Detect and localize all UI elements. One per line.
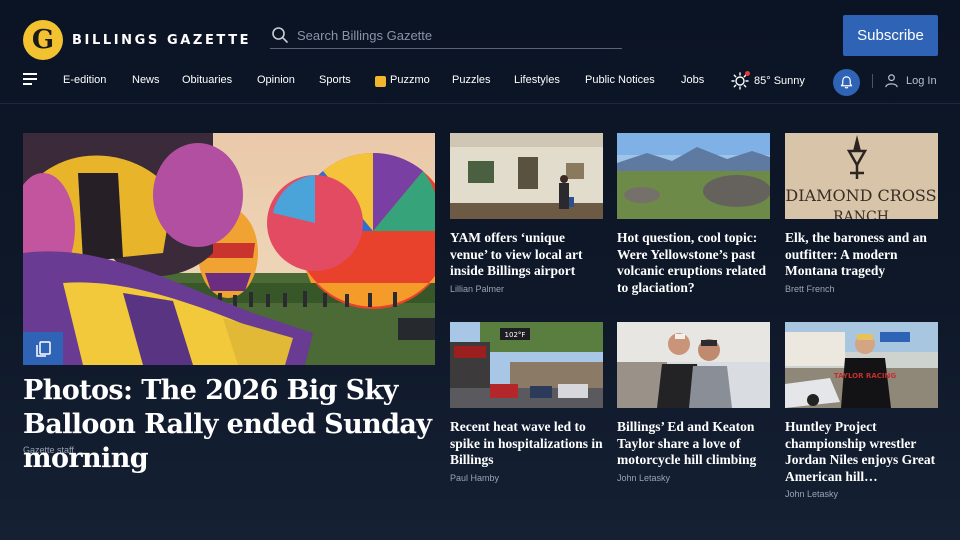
weather-text: 85° Sunny: [754, 75, 805, 87]
article-headline[interactable]: YAM offers ‘unique venue’ to view local …: [450, 230, 603, 280]
article-byline: Paul Hamby: [450, 472, 500, 483]
nav-item-jobs[interactable]: Jobs: [681, 74, 704, 86]
weather-alert-dot: [745, 71, 750, 76]
logo-g-icon: G: [23, 20, 63, 60]
article-thumbnail[interactable]: TAYLOR RACING: [785, 322, 938, 408]
gallery-badge[interactable]: [23, 332, 63, 365]
subscribe-button[interactable]: Subscribe: [843, 15, 938, 56]
nav-item-public-notices[interactable]: Public Notices: [585, 74, 655, 86]
article-thumbnail[interactable]: 102°F: [450, 322, 603, 408]
login-label: Log In: [906, 74, 937, 87]
user-icon: [885, 74, 898, 88]
article-headline[interactable]: Hot question, cool topic: Were Yellowsto…: [617, 230, 770, 296]
svg-text:DIAMOND CROSS: DIAMOND CROSS: [785, 186, 936, 205]
article-headline[interactable]: Huntley Project championship wrestler Jo…: [785, 419, 938, 485]
puzzmo-icon: [375, 76, 386, 87]
nav-item-e-edition[interactable]: E-edition: [63, 74, 106, 86]
article-headline[interactable]: Billings’ Ed and Keaton Taylor share a l…: [617, 419, 770, 469]
main-nav: E-edition News Obituaries Opinion Sports…: [0, 62, 960, 100]
article-headline[interactable]: Elk, the baroness and an outfitter: A mo…: [785, 230, 938, 280]
article-card[interactable]: DIAMOND CROSS RANCH Elk, the baroness an…: [785, 133, 938, 294]
article-card[interactable]: Billings’ Ed and Keaton Taylor share a l…: [617, 322, 770, 483]
nav-item-puzzmo[interactable]: Puzzmo: [390, 74, 430, 86]
article-card[interactable]: TAYLOR RACING Huntley Project championsh…: [785, 322, 938, 499]
login-link[interactable]: Log In: [884, 73, 937, 88]
sun-icon: [731, 71, 750, 90]
search-input[interactable]: [297, 27, 622, 43]
nav-item-lifestyles[interactable]: Lifestyles: [514, 74, 560, 86]
gallery-icon: [36, 340, 51, 357]
svg-text:RANCH: RANCH: [833, 209, 889, 219]
hamburger-menu-icon[interactable]: [23, 73, 37, 85]
nav-item-sports[interactable]: Sports: [319, 74, 351, 86]
article-byline: John Letasky: [785, 489, 839, 499]
bell-icon: [840, 76, 853, 89]
hero-byline: Gazette staff: [23, 445, 74, 455]
article-byline: Brett French: [785, 283, 835, 294]
nav-item-obituaries[interactable]: Obituaries: [182, 74, 232, 86]
svg-text:TAYLOR RACING: TAYLOR RACING: [834, 372, 896, 380]
search-icon[interactable]: [271, 26, 289, 44]
nav-item-opinion[interactable]: Opinion: [257, 74, 295, 86]
article-headline[interactable]: Recent heat wave led to spike in hospita…: [450, 419, 603, 469]
article-thumbnail[interactable]: [450, 133, 603, 219]
article-card[interactable]: Hot question, cool topic: Were Yellowsto…: [617, 133, 770, 296]
nav-item-puzzles[interactable]: Puzzles: [452, 74, 491, 86]
article-card[interactable]: 102°F Recent heat wave led to spike in h…: [450, 322, 603, 483]
nav-divider: [872, 74, 873, 88]
nav-item-news[interactable]: News: [132, 74, 160, 86]
site-logo[interactable]: G BILLINGS GAZETTE: [23, 20, 251, 60]
article-byline: John Letasky: [617, 472, 671, 483]
hero-image[interactable]: [23, 133, 435, 365]
article-card[interactable]: YAM offers ‘unique venue’ to view local …: [450, 133, 603, 294]
svg-text:102°F: 102°F: [505, 331, 526, 339]
article-byline: Lillian Palmer: [450, 283, 505, 294]
logo-wordmark: BILLINGS GAZETTE: [72, 32, 252, 48]
article-thumbnail[interactable]: [617, 133, 770, 219]
article-thumbnail[interactable]: DIAMOND CROSS RANCH: [785, 133, 938, 219]
notifications-button[interactable]: [833, 69, 860, 96]
search-bar[interactable]: [270, 22, 622, 49]
site-header: G BILLINGS GAZETTE Subscribe E-edition N…: [0, 0, 960, 104]
weather-widget[interactable]: 85° Sunny: [731, 71, 805, 91]
article-thumbnail[interactable]: [617, 322, 770, 408]
hero-headline[interactable]: Photos: The 2026 Big Sky Balloon Rally e…: [23, 374, 443, 476]
